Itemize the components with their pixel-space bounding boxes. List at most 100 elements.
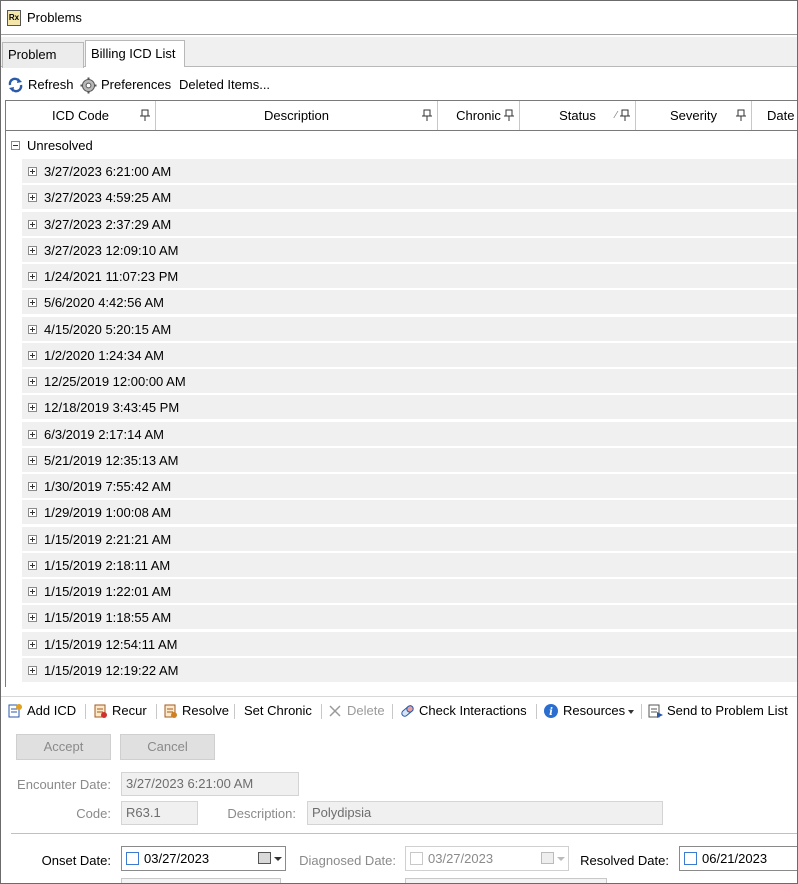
table-row[interactable]: 1/15/2019 1:18:55 AM xyxy=(22,604,797,630)
add-icd-icon xyxy=(8,704,22,718)
pin-icon[interactable] xyxy=(422,109,432,121)
table-row[interactable]: 1/30/2019 7:55:42 AM xyxy=(22,473,797,498)
tab-problem-list[interactable]: Problem List xyxy=(2,42,84,86)
preferences-label: Preferences xyxy=(101,77,172,92)
table-row[interactable]: 1/29/2019 1:00:08 AM xyxy=(22,499,797,525)
toolbar-separator xyxy=(392,704,393,719)
svg-text:i: i xyxy=(549,707,553,718)
expand-icon[interactable] xyxy=(28,560,37,570)
table-row[interactable]: 1/24/2021 11:07:23 PM xyxy=(22,263,797,288)
column-header-icd-code[interactable]: ICD Code xyxy=(6,101,156,130)
table-row[interactable]: 1/15/2019 1:22:01 AM xyxy=(22,578,797,603)
table-row[interactable]: 3/27/2023 12:09:10 AM xyxy=(22,236,797,262)
table-row[interactable]: 1/15/2019 12:54:11 AM xyxy=(22,630,797,656)
expand-icon[interactable] xyxy=(28,482,37,491)
table-row[interactable]: 12/18/2019 3:43:45 PM xyxy=(22,394,797,420)
expand-icon[interactable] xyxy=(28,350,37,360)
expand-icon[interactable] xyxy=(28,272,37,281)
expand-icon[interactable] xyxy=(28,639,37,649)
pin-icon[interactable] xyxy=(736,109,746,121)
table-row[interactable]: 1/15/2019 2:18:11 AM xyxy=(22,551,797,577)
table-row[interactable]: 1/15/2019 12:19:22 AM xyxy=(22,656,797,682)
column-header-chronic[interactable]: Chronic xyxy=(438,101,520,130)
expand-icon[interactable] xyxy=(28,298,37,308)
cancel-button[interactable]: Cancel xyxy=(120,734,215,760)
table-row[interactable]: 5/21/2019 12:35:13 AM xyxy=(22,446,797,472)
resolve-button[interactable]: Resolve xyxy=(162,701,230,721)
table-row[interactable]: 3/27/2023 4:59:25 AM xyxy=(22,184,797,210)
column-header-label: ICD Code xyxy=(51,108,110,123)
column-header-status[interactable]: Status ⁄ xyxy=(520,101,636,130)
column-header-description[interactable]: Description xyxy=(156,101,438,130)
gear-icon xyxy=(80,77,97,94)
pin-icon[interactable] xyxy=(620,109,630,121)
expand-icon[interactable] xyxy=(28,429,37,439)
expand-icon[interactable] xyxy=(28,193,37,203)
expand-icon[interactable] xyxy=(28,665,37,675)
refresh-button[interactable]: Refresh xyxy=(7,76,74,94)
expand-icon[interactable] xyxy=(28,613,37,623)
column-header-date[interactable]: Date xyxy=(752,101,797,130)
encounter-date-field: 3/27/2023 6:21:00 AM xyxy=(121,772,299,796)
deleted-items-button[interactable]: Deleted Items... xyxy=(179,76,271,94)
expand-icon[interactable] xyxy=(28,403,37,413)
chevron-down-icon[interactable] xyxy=(274,857,282,861)
add-icd-button[interactable]: Add ICD xyxy=(7,701,79,721)
resolve-icon xyxy=(164,704,177,718)
diagnosed-date-picker[interactable]: 03/27/2023 xyxy=(405,846,569,871)
column-header-severity[interactable]: Severity xyxy=(636,101,752,130)
grid-header: ICD Code Description Chronic Status ⁄ Se… xyxy=(5,100,797,131)
expand-icon[interactable] xyxy=(28,324,37,334)
set-chronic-button[interactable]: Set Chronic xyxy=(244,701,316,721)
recur-button[interactable]: Recur xyxy=(92,701,150,721)
table-row[interactable]: 4/15/2020 5:20:15 AM xyxy=(22,315,797,341)
chevron-down-icon[interactable] xyxy=(557,857,565,861)
tab-strip: Problem List Billing ICD List xyxy=(1,37,797,86)
resolved-date-picker[interactable]: 06/21/2023 xyxy=(679,846,797,871)
column-header-label: Date xyxy=(767,108,795,123)
tab-billing-icd-list[interactable]: Billing ICD List xyxy=(85,40,185,67)
onset-date-checkbox[interactable] xyxy=(126,852,139,865)
table-row[interactable]: 1/2/2020 1:24:34 AM xyxy=(22,341,797,367)
onset-date-picker[interactable]: 03/27/2023 xyxy=(121,846,286,871)
table-row[interactable]: 3/27/2023 2:37:29 AM xyxy=(22,210,797,236)
accept-button[interactable]: Accept xyxy=(16,734,111,760)
add-icd-label: Add ICD xyxy=(27,703,77,718)
row-date-label: 1/24/2021 11:07:23 PM xyxy=(44,269,179,284)
expand-icon[interactable] xyxy=(28,587,37,596)
resolved-date-checkbox[interactable] xyxy=(684,852,697,865)
table-row[interactable]: 5/6/2020 4:42:56 AM xyxy=(22,289,797,315)
calendar-icon[interactable] xyxy=(541,852,554,864)
expand-icon[interactable] xyxy=(28,455,37,465)
set-chronic-label: Set Chronic xyxy=(244,703,312,718)
resources-dropdown[interactable]: i Resources xyxy=(543,701,639,721)
expand-icon[interactable] xyxy=(28,508,37,518)
table-row[interactable]: 6/3/2019 2:17:14 AM xyxy=(22,420,797,446)
expand-icon[interactable] xyxy=(28,377,37,386)
expand-icon[interactable] xyxy=(28,245,37,255)
table-row[interactable]: 3/27/2023 6:21:00 AM xyxy=(22,158,797,183)
calendar-icon[interactable] xyxy=(258,852,271,864)
check-interactions-button[interactable]: Check Interactions xyxy=(399,701,531,721)
app-icon: Rx xyxy=(7,10,21,26)
onset-date-value: 03/27/2023 xyxy=(144,851,210,866)
row-date-label: 1/15/2019 12:19:22 AM xyxy=(44,662,179,678)
form-row-partial xyxy=(121,878,281,883)
delete-button[interactable]: Delete xyxy=(327,701,387,721)
info-icon: i xyxy=(544,704,558,718)
toolbar-separator xyxy=(641,704,642,719)
send-to-problem-list-button[interactable]: Send to Problem List xyxy=(647,701,797,721)
pin-icon[interactable] xyxy=(504,109,514,121)
diagnosed-date-checkbox[interactable] xyxy=(410,852,423,865)
expand-icon[interactable] xyxy=(28,219,37,229)
recur-icon xyxy=(94,704,107,718)
table-row[interactable]: 12/25/2019 12:00:00 AM xyxy=(22,368,797,393)
expand-icon[interactable] xyxy=(28,534,37,544)
title-bar: Rx Problems xyxy=(1,1,797,35)
grid-body: Unresolved 3/27/2023 6:21:00 AM 3/27/2023… xyxy=(5,131,797,687)
table-row[interactable]: 1/15/2019 2:21:21 AM xyxy=(22,525,797,551)
collapse-icon[interactable] xyxy=(11,141,20,150)
pin-icon[interactable] xyxy=(140,109,150,121)
expand-icon[interactable] xyxy=(28,167,37,176)
preferences-button[interactable]: Preferences xyxy=(80,76,172,94)
